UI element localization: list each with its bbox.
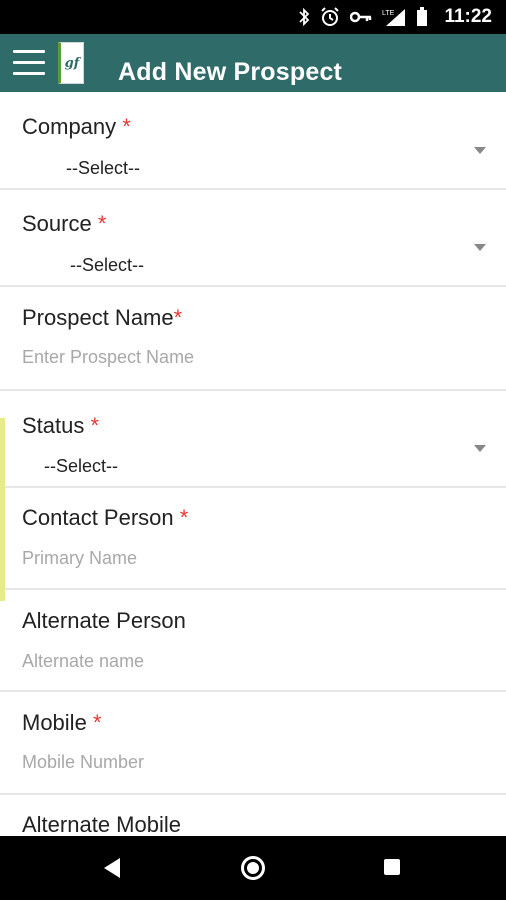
required-marker: * [92,710,102,735]
alarm-icon [320,7,340,27]
alternate-mobile-field[interactable]: Alternate Mobile [0,795,506,836]
chevron-down-icon[interactable] [474,244,486,251]
required-marker: * [173,305,183,330]
contact-person-field[interactable]: Contact Person * Primary Name [0,488,506,590]
alternate-person-input[interactable]: Alternate name [22,651,144,672]
field-label: Prospect Name [22,305,174,330]
required-marker: * [90,413,100,438]
chevron-down-icon[interactable] [474,445,486,452]
recents-icon[interactable] [384,859,400,875]
status-field[interactable]: Status * --Select-- [0,391,506,488]
chevron-down-icon[interactable] [474,147,486,154]
field-label: Source [22,211,92,236]
company-select-value[interactable]: --Select-- [66,158,140,179]
status-time: 11:22 [444,6,492,27]
app-logo: gf [58,42,84,84]
page-title: Add New Prospect [118,58,343,86]
home-icon[interactable] [241,856,265,880]
contact-person-input[interactable]: Primary Name [22,548,137,569]
required-marker: * [179,505,189,530]
navigation-bar [0,836,506,900]
status-bar: LTE 11:22 [0,0,506,34]
source-select-value[interactable]: --Select-- [70,255,144,276]
source-field[interactable]: Source * --Select-- [0,190,506,287]
mobile-field[interactable]: Mobile * Mobile Number [0,692,506,795]
app-bar: gf Add New Prospect [0,34,506,92]
prospect-name-input[interactable]: Enter Prospect Name [22,347,194,368]
required-marker: * [97,211,107,236]
company-field[interactable]: Company * --Select-- [0,92,506,190]
field-label: Alternate Person [22,608,186,633]
mobile-input[interactable]: Mobile Number [22,752,144,773]
field-label: Mobile [22,710,87,735]
back-icon[interactable] [104,858,120,878]
alternate-person-field[interactable]: Alternate Person Alternate name [0,590,506,692]
key-icon [350,10,372,24]
status-select-value[interactable]: --Select-- [44,456,118,477]
prospect-form: Company * --Select-- Source * --Select--… [0,92,506,836]
field-label: Contact Person [22,505,174,530]
menu-button[interactable] [13,50,47,76]
field-label: Status [22,413,85,438]
required-marker: * [122,114,131,139]
menu-icon [13,50,45,53]
bluetooth-icon [298,8,310,26]
svg-text:LTE: LTE [382,10,395,17]
field-label: Company [22,114,117,139]
battery-icon [416,7,428,27]
prospect-name-field[interactable]: Prospect Name* Enter Prospect Name [0,287,506,391]
scroll-accent [0,418,5,601]
lte-signal-icon: LTE [382,7,406,27]
field-label: Alternate Mobile [22,812,181,836]
